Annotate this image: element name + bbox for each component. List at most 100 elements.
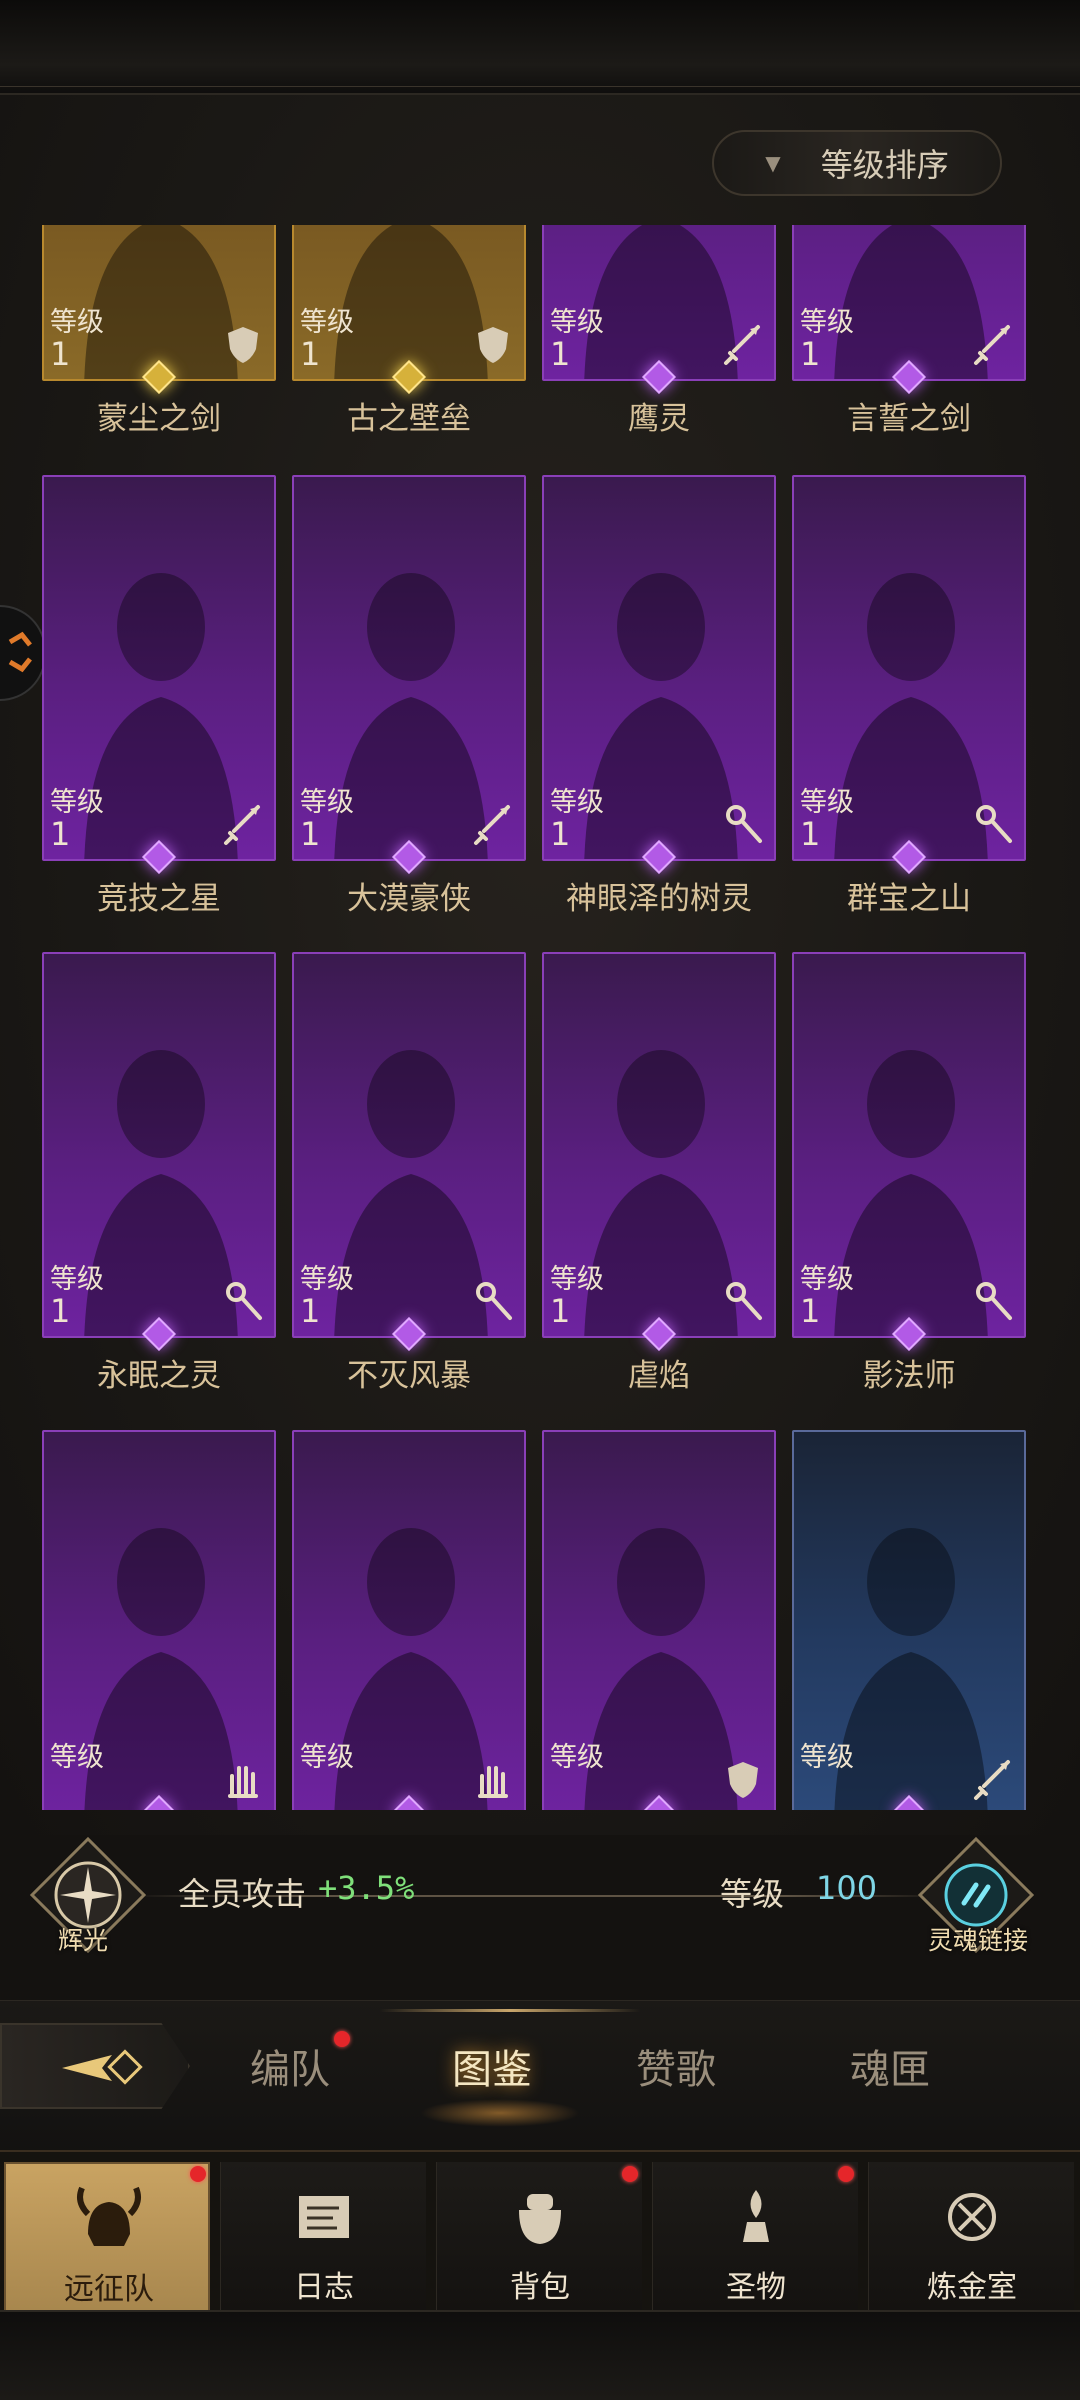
active-tab-glow (420, 2099, 580, 2127)
hero-card[interactable]: 等级 1 鹰灵 (542, 225, 776, 445)
hero-portrait: 等级 1 (542, 952, 776, 1338)
level-value: 1 (550, 1292, 571, 1330)
level-value: 1 (50, 1292, 71, 1330)
hero-card[interactable]: 等级 (292, 1430, 526, 1810)
hero-portrait: 等级 1 (42, 475, 276, 861)
level-label: 等级 (300, 1742, 354, 1773)
level-label: 等级 (800, 1264, 854, 1295)
hero-card[interactable]: 等级 1 影法师 (792, 952, 1026, 1402)
nav-item-1[interactable]: 日志 (220, 2162, 426, 2312)
sword-icon (974, 325, 1010, 365)
notification-dot (190, 2166, 206, 2182)
hero-portrait: 等级 1 (792, 475, 1026, 861)
hero-name: 古之壁垒 (347, 401, 471, 437)
dropdown-arrow-icon: ▼ (765, 151, 781, 175)
arrow-left-icon (62, 2049, 143, 2085)
tab-1[interactable]: 图鉴 (452, 2037, 532, 2095)
sort-by-level-button[interactable]: ▼ 等级排序 (712, 130, 1002, 196)
staff-icon (226, 1282, 262, 1320)
nav-item-4[interactable]: 炼金室 (868, 2162, 1074, 2312)
hero-portrait: 等级 (792, 1430, 1026, 1810)
hero-card[interactable]: 等级 1 大漠豪侠 (292, 475, 526, 925)
hero-card[interactable]: 等级 1 古之壁垒 (292, 225, 526, 445)
tab-top-ornament (380, 2009, 640, 2012)
link-level-label: 等级 (720, 1875, 785, 1913)
soul-link-label: 灵魂链接 (927, 1926, 1028, 1955)
staff-icon (976, 1282, 1012, 1320)
level-value: 1 (50, 815, 71, 853)
relic-icon (743, 2190, 769, 2242)
hero-portrait: 等级 (292, 1430, 526, 1810)
radiance-label: 辉光 (58, 1926, 109, 1955)
shield-icon (228, 327, 258, 363)
hero-portrait: 等级 (42, 1430, 276, 1810)
hero-card[interactable]: 等级 1 永眠之灵 (42, 952, 276, 1402)
hero-portrait: 等级 1 (542, 225, 776, 381)
nav-item-0[interactable]: 远征队 (4, 2162, 210, 2312)
tab-2[interactable]: 赞歌 (636, 2037, 716, 2095)
hero-name: 鹰灵 (628, 401, 690, 437)
nav-label: 远征队 (64, 2272, 154, 2307)
level-label: 等级 (50, 307, 104, 338)
hero-portrait: 等级 (542, 1430, 776, 1810)
sword-icon (224, 805, 260, 845)
shield-icon (728, 1762, 758, 1798)
level-label: 等级 (800, 1742, 854, 1773)
level-value: 1 (800, 335, 821, 373)
hero-portrait: 等级 1 (792, 225, 1026, 381)
level-label: 等级 (50, 1264, 104, 1295)
level-value: 1 (550, 815, 571, 853)
hero-card[interactable]: 等级 1 群宝之山 (792, 475, 1026, 925)
bottom-strip (0, 2310, 1080, 2400)
bonus-bar: 辉光 全员攻击 +3.5% 等级 100 灵魂链接 (0, 1835, 1080, 1975)
nav-label: 日志 (294, 2270, 354, 2305)
staff-icon (476, 1282, 512, 1320)
level-value: 1 (300, 815, 321, 853)
hero-card[interactable]: 等级 1 竞技之星 (42, 475, 276, 925)
hero-portrait: 等级 1 (292, 225, 526, 381)
notification-dot (334, 2031, 350, 2047)
hero-card[interactable]: 等级 1 言誓之剑 (792, 225, 1026, 445)
tab-0[interactable]: 编队 (250, 2037, 330, 2095)
hero-card[interactable]: 等级 (792, 1430, 1026, 1810)
level-value: 1 (300, 335, 321, 373)
hero-name: 群宝之山 (847, 881, 971, 917)
tab-3[interactable]: 魂匣 (850, 2037, 930, 2095)
level-value: 1 (50, 335, 71, 373)
level-label: 等级 (300, 1264, 354, 1295)
hero-name: 虐焰 (628, 1358, 690, 1394)
staff-icon (726, 1282, 762, 1320)
level-label: 等级 (800, 307, 854, 338)
nav-label: 圣物 (726, 2270, 786, 2305)
notification-dot (622, 2166, 638, 2182)
hero-name: 大漠豪侠 (347, 881, 471, 917)
nav-label: 背包 (510, 2270, 570, 2305)
link-level-value: 100 (816, 1869, 878, 1907)
soul-link-button[interactable]: 灵魂链接 (916, 1835, 1036, 1955)
nav-item-3[interactable]: 圣物 (652, 2162, 858, 2312)
back-button[interactable] (0, 2023, 190, 2109)
team-attack-value: +3.5% (318, 1869, 415, 1907)
level-value: 1 (800, 1292, 821, 1330)
nav-item-2[interactable]: 背包 (436, 2162, 642, 2312)
hero-card[interactable]: 等级 (42, 1430, 276, 1810)
bag-icon (519, 2194, 561, 2244)
helmet-icon (77, 2186, 141, 2246)
hero-portrait: 等级 1 (292, 952, 526, 1338)
hero-card[interactable]: 等级 1 虐焰 (542, 952, 776, 1402)
hero-portrait: 等级 1 (42, 952, 276, 1338)
level-label: 等级 (50, 787, 104, 818)
hero-card[interactable]: 等级 1 不灭风暴 (292, 952, 526, 1402)
hand-icon (478, 1766, 508, 1798)
level-value: 1 (800, 815, 821, 853)
hero-card[interactable]: 等级 1 蒙尘之剑 (42, 225, 276, 445)
radiance-emblem-button[interactable]: 辉光 (28, 1835, 148, 1955)
level-label: 等级 (300, 787, 354, 818)
hero-card[interactable]: 等级 (542, 1430, 776, 1810)
level-label: 等级 (550, 307, 604, 338)
hero-card[interactable]: 等级 1 神眼泽的树灵 (542, 475, 776, 925)
hero-grid-viewport[interactable]: 等级 1 蒙尘之剑 等级 1 古之壁垒 等级 1 鹰灵 等级 1 言誓之剑 等级 1 竞技之星 等级 1 大漠豪侠… (0, 225, 1080, 1810)
staff-icon (976, 805, 1012, 843)
level-label: 等级 (550, 1264, 604, 1295)
shield-icon (478, 327, 508, 363)
